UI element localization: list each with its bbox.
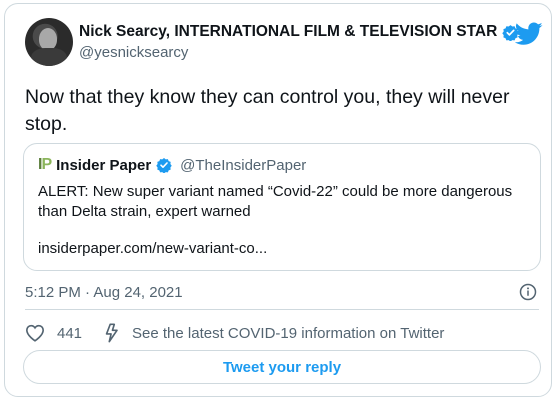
quoted-tweet[interactable]: IP Insider Paper @TheInsiderPaper ALERT:…	[23, 143, 541, 271]
twitter-bird-icon[interactable]	[515, 22, 543, 46]
divider	[25, 309, 539, 310]
covid-info-icon	[105, 323, 118, 343]
tweet-reply-button[interactable]: Tweet your reply	[23, 350, 541, 384]
insider-paper-logo: IP	[38, 156, 52, 173]
author-name-row: Nick Searcy, INTERNATIONAL FILM & TELEVI…	[79, 23, 519, 41]
tweet-actions: 441 See the latest COVID-19 information …	[25, 323, 444, 343]
tweet-text: Now that they know they can control you,…	[25, 86, 510, 135]
info-icon[interactable]	[519, 283, 537, 301]
quoted-author-name: Insider Paper	[56, 156, 152, 174]
heart-icon[interactable]	[25, 324, 45, 342]
tweet-card: Nick Searcy, INTERNATIONAL FILM & TELEVI…	[4, 3, 552, 397]
verified-badge-icon	[156, 158, 172, 173]
quoted-tweet-link[interactable]: insiderpaper.com/new-variant-co...	[38, 240, 267, 257]
avatar[interactable]	[25, 18, 73, 66]
author-handle[interactable]: @yesnicksearcy	[79, 44, 188, 61]
quoted-tweet-text: ALERT: New super variant named “Covid-22…	[38, 183, 513, 220]
author-display-name[interactable]: Nick Searcy, INTERNATIONAL FILM & TELEVI…	[79, 23, 497, 41]
tweet-timestamp[interactable]: 5:12 PM · Aug 24, 2021	[25, 284, 183, 301]
like-count[interactable]: 441	[57, 325, 82, 342]
quoted-author-handle: @TheInsiderPaper	[180, 156, 307, 174]
quoted-tweet-header: IP Insider Paper @TheInsiderPaper	[38, 156, 306, 174]
avatar-face	[39, 28, 57, 50]
avatar-body	[31, 48, 67, 66]
covid-info-link[interactable]: See the latest COVID-19 information on T…	[132, 325, 444, 342]
